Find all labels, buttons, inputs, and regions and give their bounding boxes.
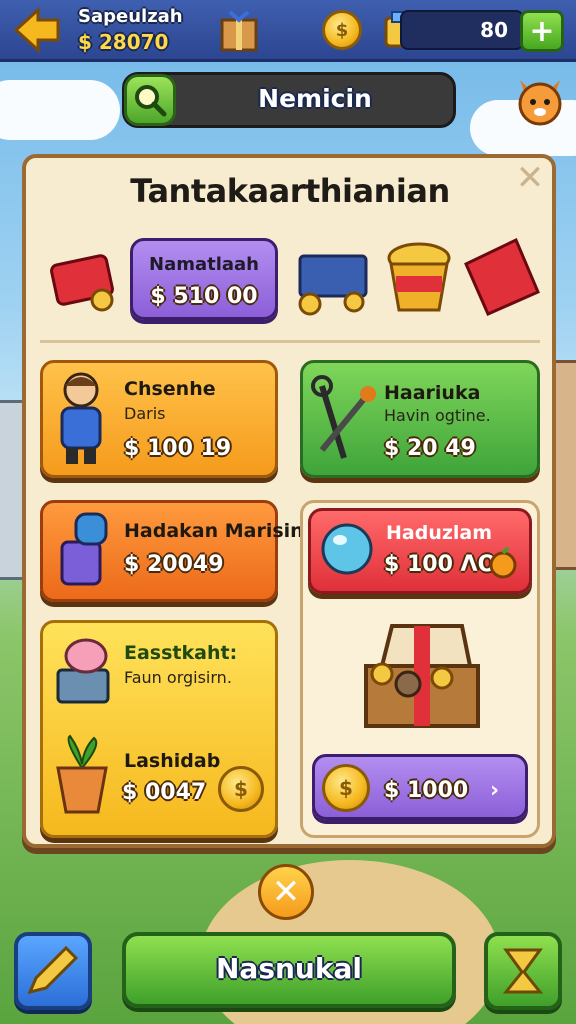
chest-price: $ 1000: [384, 778, 469, 803]
cash-stack-icon: [292, 226, 376, 318]
coin-icon: $: [322, 10, 362, 50]
character-icon: [48, 368, 114, 468]
cloud-left: [0, 80, 120, 140]
featured-price: $ 510 00: [150, 284, 258, 309]
money-counter: $ 28070: [78, 30, 169, 54]
orb-icon: [318, 520, 376, 578]
pig-title: Easstkaht:: [124, 642, 238, 664]
cannon-price: $ 20049: [124, 552, 224, 577]
tool-icon: [308, 372, 378, 466]
chevron-right-icon: ›: [490, 778, 500, 803]
add-currency-button[interactable]: +: [520, 10, 564, 52]
pencil-icon: [27, 945, 79, 995]
hourglass-icon: [502, 948, 544, 994]
player-name: Sapeulzah: [78, 6, 183, 27]
chest-coin-icon: $: [322, 764, 370, 812]
magnifier-icon: [135, 85, 167, 117]
panel-title: Tantakaarthianian: [130, 172, 450, 210]
currency-counter: 80: [400, 10, 524, 50]
panel-divider: [40, 340, 540, 343]
close-button[interactable]: ✕: [258, 864, 314, 920]
plant-title: Lashidab: [124, 750, 221, 772]
pig-subtitle: Faun orgisirn.: [124, 668, 232, 687]
potion-price: $ 100 ΛΟ: [384, 552, 497, 577]
pig-icon: [48, 630, 118, 706]
cannon-title: Hadakan Marisin: [124, 520, 304, 542]
pig-coin-icon: $: [218, 766, 264, 812]
cannon-icon: [52, 508, 116, 592]
pig-price: $ 0047: [122, 780, 207, 805]
search-label: Nemicin: [258, 84, 372, 113]
tool-subtitle: Havin ogtine.: [384, 406, 491, 425]
search-button[interactable]: [124, 74, 176, 126]
gift-box-icon[interactable]: [216, 6, 262, 54]
main-action-label: Nasnukal: [216, 952, 362, 985]
tool-title: Haariuka: [384, 382, 481, 404]
character-price: $ 100 19: [124, 436, 232, 461]
character-subtitle: Daris: [124, 404, 166, 423]
fruit-icon: [486, 546, 520, 580]
panel-close-button[interactable]: ✕: [512, 160, 548, 196]
pencil-button[interactable]: [14, 932, 92, 1010]
potion-title: Haduzlam: [386, 522, 493, 544]
red-ticket-icon: [460, 234, 544, 320]
fox-mascot-icon[interactable]: [512, 72, 568, 128]
ticket-icon: [44, 232, 120, 316]
hourglass-button[interactable]: [484, 932, 562, 1010]
treasure-chest-icon: [352, 608, 492, 742]
back-arrow-icon[interactable]: [12, 6, 62, 54]
tool-price: $ 20 49: [384, 436, 476, 461]
plant-pot-icon: [50, 734, 114, 816]
featured-title: Namatlaah: [149, 254, 259, 275]
character-title: Chsenhe: [124, 378, 216, 400]
coin-bucket-icon: [384, 236, 454, 316]
